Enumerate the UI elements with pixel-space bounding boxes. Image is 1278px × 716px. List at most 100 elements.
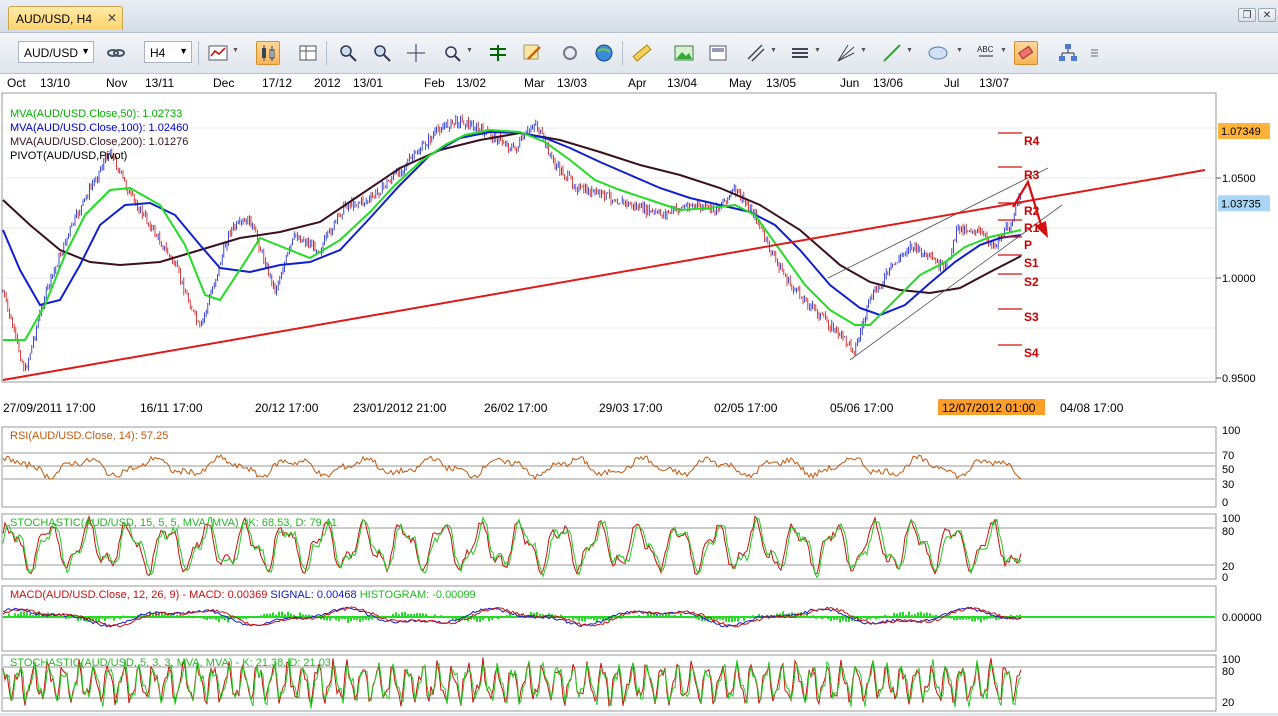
separator <box>198 41 199 65</box>
top-axis-label: Mar <box>524 76 545 90</box>
chevron-down-icon[interactable]: ▼ <box>814 47 821 54</box>
top-axis-label: Nov <box>106 76 127 90</box>
top-axis-label: 13/11 <box>145 76 174 90</box>
price-badge: 1.07349 <box>1221 126 1261 138</box>
close-icon[interactable]: ✕ <box>107 11 117 25</box>
pivot-label: R4 <box>1024 134 1040 148</box>
bottom-axis-label: 26/02 17:00 <box>484 401 548 415</box>
top-axis-label: 13/01 <box>353 76 383 90</box>
stoch1-axis-label: 80 <box>1222 526 1234 538</box>
zoom-icon[interactable] <box>440 41 464 65</box>
rsi-axis-label: 70 <box>1222 450 1234 462</box>
text-icon[interactable]: ABC <box>974 41 998 65</box>
rsi-axis-label: 30 <box>1222 479 1234 491</box>
chevron-down-icon[interactable]: ▼ <box>1000 47 1007 54</box>
macd-axis-label: 0.00000 <box>1222 612 1262 624</box>
bottom-axis-label: 23/01/2012 21:00 <box>353 401 447 415</box>
rsi-axis-label: 50 <box>1222 464 1234 476</box>
separator <box>326 41 327 65</box>
top-axis-label: 17/12 <box>262 76 292 90</box>
trendline-icon[interactable] <box>880 41 904 65</box>
zoom-in-icon[interactable] <box>336 41 360 65</box>
macd-title: MACD(AUD/USD.Close, 12, 26, 9) - MACD: 0… <box>10 589 476 601</box>
stoch2-axis-label: 20 <box>1222 697 1234 709</box>
timeframe-value: H4 <box>150 46 166 60</box>
pivot-label: S1 <box>1024 256 1039 270</box>
more-options-icon[interactable] <box>1088 41 1112 65</box>
fan-icon[interactable] <box>834 41 858 65</box>
svg-text:ABC: ABC <box>977 45 994 54</box>
stoch1-title: STOCHASTIC(AUD/USD, 15, 5, 5, MVA, MVA) … <box>10 517 337 529</box>
price-axis-label: 0.9500 <box>1222 373 1256 385</box>
top-axis-label: Jun <box>840 76 859 90</box>
chevron-down-icon[interactable]: ▼ <box>906 47 913 54</box>
chart-type-icon[interactable] <box>206 41 230 65</box>
top-axis-label: Apr <box>628 76 647 90</box>
crosshair-icon[interactable] <box>404 41 428 65</box>
stoch1-axis-label: 0 <box>1222 572 1228 584</box>
rsi-title: RSI(AUD/USD.Close, 14): 57.25 <box>10 430 168 442</box>
symbol-value: AUD/USD <box>24 46 79 60</box>
chevron-down-icon: ▼ <box>81 46 90 56</box>
chevron-down-icon[interactable]: ▼ <box>860 47 867 54</box>
top-time-axis: Oct 13/10 Nov 13/11 Dec 17/12 2012 13/01 Feb 13/0… <box>0 74 1278 92</box>
table-icon[interactable] <box>296 41 320 65</box>
pivot-label: P <box>1024 238 1032 252</box>
stoch2-axis-label: 80 <box>1222 666 1234 678</box>
price-axis-label: 1.0500 <box>1222 173 1256 185</box>
tab-bar: AUD/USD, H4 ✕ ❐ ✕ <box>0 0 1278 33</box>
stoch1-axis-label: 100 <box>1222 513 1240 525</box>
pivot-label: R3 <box>1024 168 1040 182</box>
bottom-axis-label: 29/03 17:00 <box>599 401 663 415</box>
ruler-icon[interactable] <box>630 41 654 65</box>
top-axis-label: 2012 <box>314 76 341 90</box>
restore-window-icon[interactable]: ❐ <box>1238 8 1256 22</box>
pivot-label: S4 <box>1024 346 1039 360</box>
horizontal-lines-icon[interactable] <box>788 41 812 65</box>
ellipse-icon[interactable] <box>926 41 950 65</box>
chevron-down-icon[interactable]: ▼ <box>232 47 239 54</box>
refresh-icon[interactable] <box>558 41 582 65</box>
close-window-icon[interactable]: ✕ <box>1258 8 1276 22</box>
rsi-axis-label: 0 <box>1222 497 1228 509</box>
chevron-down-icon[interactable]: ▼ <box>770 47 777 54</box>
chart-tab[interactable]: AUD/USD, H4 ✕ <box>8 6 123 30</box>
top-axis-label: Feb <box>424 76 445 90</box>
pivot-label: S2 <box>1024 275 1039 289</box>
price-badge: 1.03735 <box>1221 198 1261 210</box>
pencil-icon[interactable] <box>520 41 544 65</box>
rsi-panel[interactable] <box>1 426 1217 508</box>
legend-item: MVA(AUD/USD.Close,200): 1.01276 <box>10 136 188 148</box>
template-icon[interactable] <box>706 41 730 65</box>
chevron-down-icon: ▼ <box>179 46 188 56</box>
lines-icon[interactable] <box>744 41 768 65</box>
price-axis-label: 1.0000 <box>1222 273 1256 285</box>
chevron-down-icon[interactable]: ▼ <box>956 47 963 54</box>
pivot-label: S3 <box>1024 310 1039 324</box>
top-axis-label: Oct <box>7 76 26 90</box>
indicator-panels: RSI(AUD/USD.Close, 14): 57.25 100 70 50 30 0 S… <box>1 425 1277 712</box>
bottom-axis-label: 05/06 17:00 <box>830 401 894 415</box>
top-axis-label: 13/06 <box>873 76 903 90</box>
cursor-time-badge: 12/07/2012 01:00 <box>938 399 1045 415</box>
tree-icon[interactable] <box>1056 41 1080 65</box>
top-axis-label: 13/10 <box>40 76 70 90</box>
chart-canvas[interactable]: Oct 13/10 Nov 13/11 Dec 17/12 2012 13/01 Feb 13/0… <box>0 74 1278 713</box>
globe-icon[interactable] <box>592 41 616 65</box>
bottom-axis-label: 27/09/2011 17:00 <box>3 401 96 415</box>
image-icon[interactable] <box>672 41 696 65</box>
timeframe-select[interactable]: H4 ▼ <box>144 41 192 63</box>
symbol-select[interactable]: AUD/USD ▼ <box>18 41 94 63</box>
top-axis-label: May <box>729 76 752 90</box>
link-icon[interactable] <box>104 41 128 65</box>
eraser-icon[interactable] <box>1014 41 1038 65</box>
top-axis-label: Jul <box>944 76 959 90</box>
rsi-axis-label: 100 <box>1222 425 1240 437</box>
bottom-axis-label: 04/08 17:00 <box>1060 401 1124 415</box>
zoom-out-icon[interactable] <box>370 41 394 65</box>
toolbar: AUD/USD ▼ H4 ▼ ▼ ▼ ▼ ▼ ▼ ▼ ▼ ABC ▼ <box>0 33 1278 74</box>
chart-area[interactable]: Oct 13/10 Nov 13/11 Dec 17/12 2012 13/01 Feb 13/0… <box>0 74 1278 713</box>
chevron-down-icon[interactable]: ▼ <box>466 47 473 54</box>
indicator-icon[interactable] <box>486 41 510 65</box>
candle-icon[interactable] <box>256 41 280 65</box>
